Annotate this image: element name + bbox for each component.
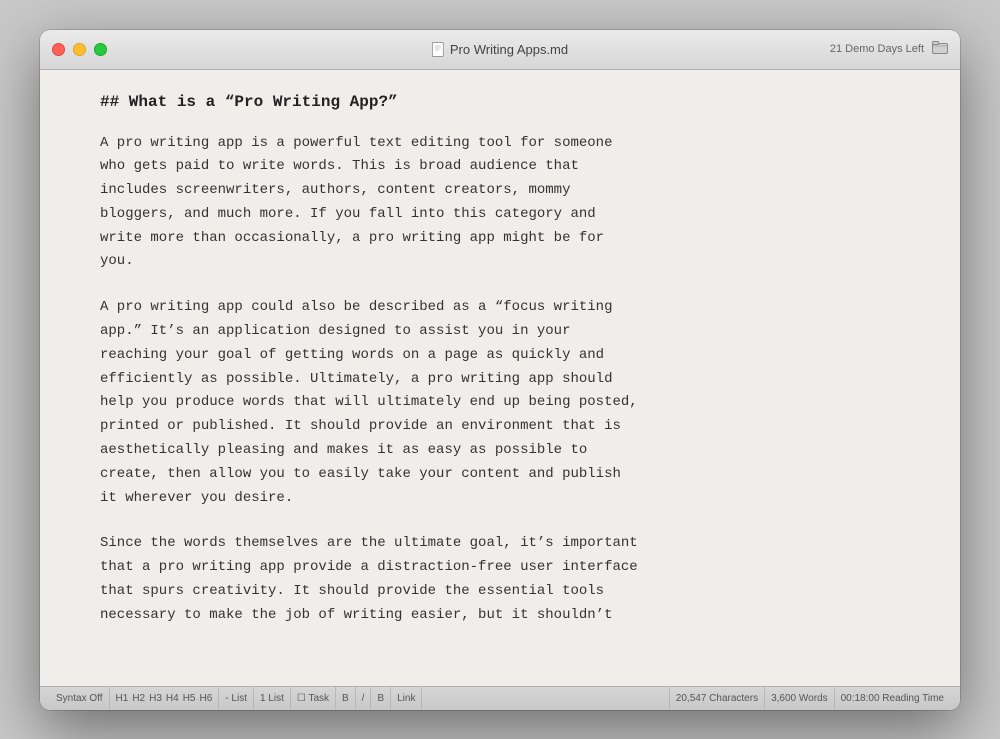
document-icon	[432, 42, 444, 57]
h3-label[interactable]: H3	[149, 693, 162, 704]
h4-label[interactable]: H4	[166, 693, 179, 704]
strikethrough-button[interactable]: B	[371, 687, 391, 710]
paragraph-1: A pro writing app is a powerful text edi…	[100, 132, 900, 275]
h1-label[interactable]: H1	[116, 693, 129, 704]
syntax-toggle[interactable]: Syntax Off	[50, 687, 110, 710]
editor-content[interactable]: ## What is a “Pro Writing App?” A pro wr…	[40, 70, 960, 686]
paragraph-2: A pro writing app could also be describe…	[100, 296, 900, 510]
word-count: 3,600 Words	[765, 687, 835, 710]
window-title: Pro Writing Apps.md	[450, 42, 568, 57]
list-button[interactable]: - List	[219, 687, 254, 710]
maximize-button[interactable]	[94, 43, 107, 56]
app-window: Pro Writing Apps.md 21 Demo Days Left ##…	[40, 30, 960, 710]
bold-button[interactable]: B	[336, 687, 356, 710]
title-bar: Pro Writing Apps.md 21 Demo Days Left	[40, 30, 960, 70]
character-count: 20,547 Characters	[670, 687, 765, 710]
h6-label[interactable]: H6	[200, 693, 213, 704]
heading-labels: H1 H2 H3 H4 H5 H6	[110, 687, 220, 710]
title-center: Pro Writing Apps.md	[432, 42, 568, 57]
link-button[interactable]: Link	[391, 687, 422, 710]
task-button[interactable]: ☐ Task	[291, 687, 336, 710]
folder-icon[interactable]	[932, 41, 948, 57]
minimize-button[interactable]	[73, 43, 86, 56]
demo-badge: 21 Demo Days Left	[830, 43, 924, 55]
numbered-list-button[interactable]: 1 List	[254, 687, 291, 710]
h2-label[interactable]: H2	[132, 693, 145, 704]
title-right: 21 Demo Days Left	[830, 41, 948, 57]
document-heading: ## What is a “Pro Writing App?”	[100, 90, 900, 114]
status-bar: Syntax Off H1 H2 H3 H4 H5 H6 - List 1 Li…	[40, 686, 960, 710]
h5-label[interactable]: H5	[183, 693, 196, 704]
spacer	[422, 687, 669, 710]
traffic-lights	[52, 43, 107, 56]
paragraph-3: Since the words themselves are the ultim…	[100, 532, 900, 627]
close-button[interactable]	[52, 43, 65, 56]
reading-time: 00:18:00 Reading Time	[835, 687, 950, 710]
italic-button[interactable]: /	[356, 687, 372, 710]
